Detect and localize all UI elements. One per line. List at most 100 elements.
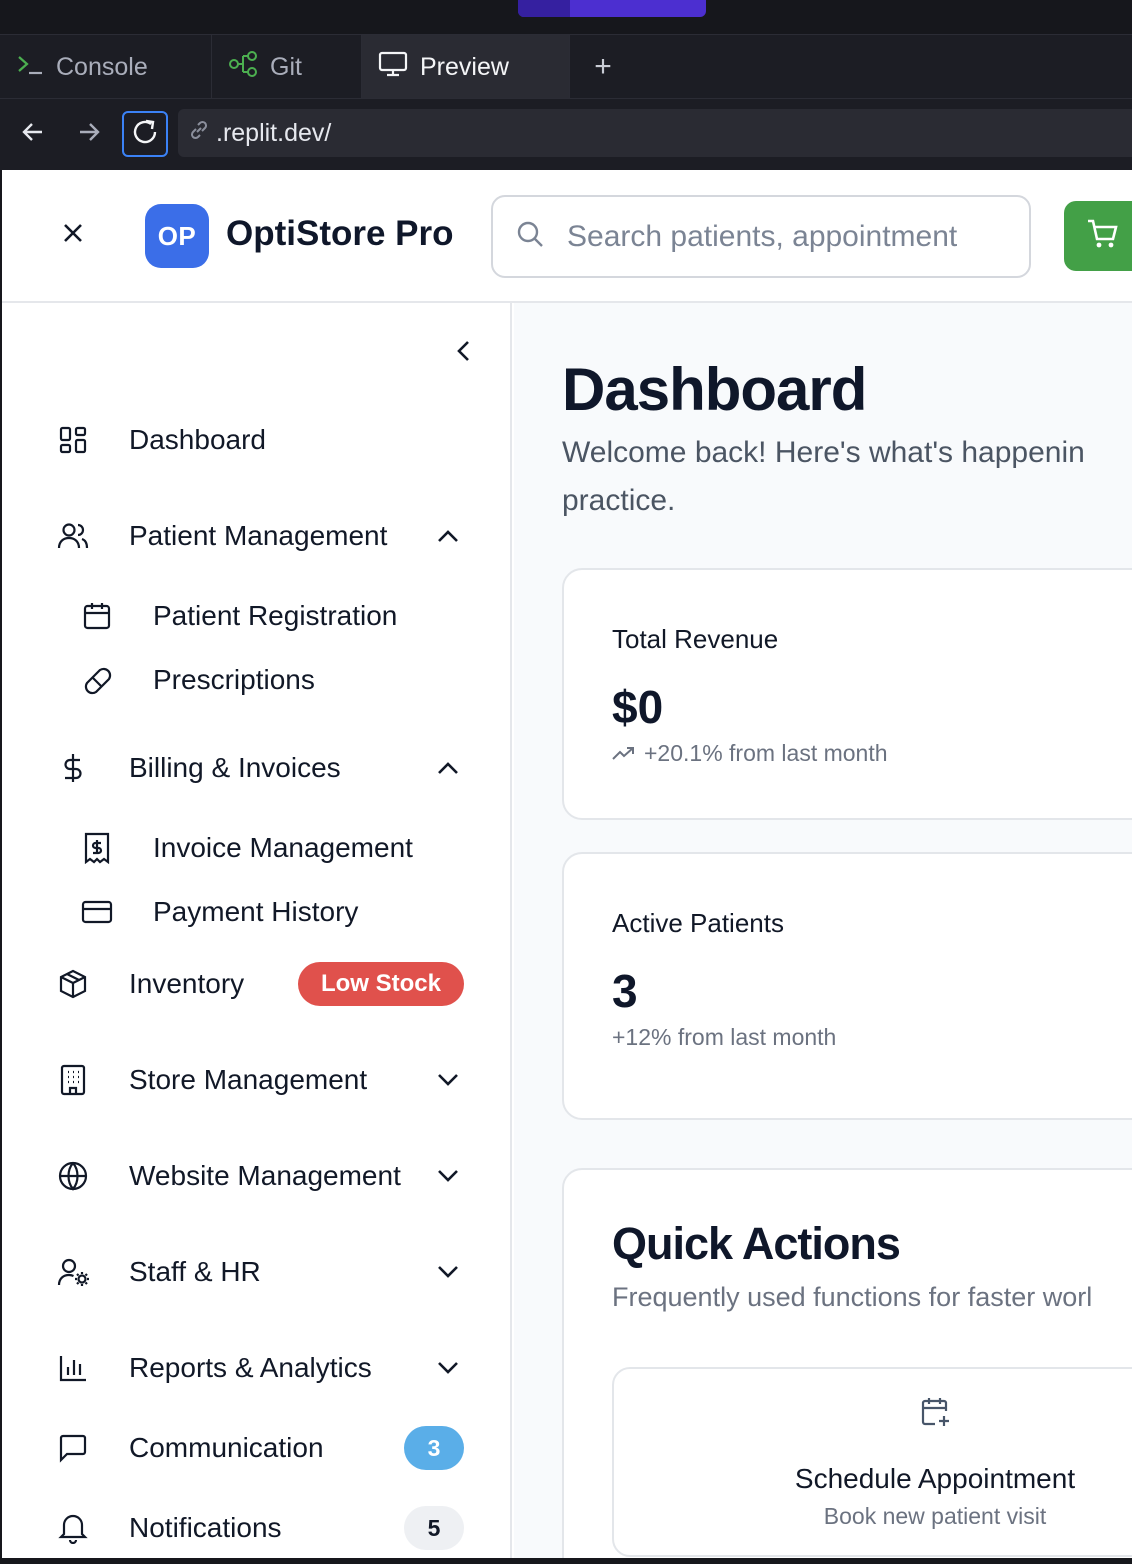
sidebar-item-label: Billing & Invoices xyxy=(129,752,341,783)
forward-button[interactable] xyxy=(66,111,112,157)
tab-console[interactable]: Console xyxy=(0,35,212,99)
sidebar-item-inventory[interactable]: Inventory Low Stock xyxy=(2,956,512,1012)
communication-count-badge: 3 xyxy=(404,1426,464,1470)
reload-button[interactable] xyxy=(122,111,168,157)
close-icon xyxy=(61,221,85,250)
notifications-count-badge: 5 xyxy=(404,1506,464,1550)
search-icon xyxy=(515,219,545,254)
add-tab-button[interactable]: + xyxy=(586,35,620,99)
sidebar-item-website-management[interactable]: Website Management xyxy=(2,1148,512,1204)
calendar-icon xyxy=(80,599,114,633)
page-subtitle-line: practice. xyxy=(562,484,676,517)
stat-trend: +20.1% from last month xyxy=(612,740,888,767)
sidebar-item-payment-history[interactable]: Payment History xyxy=(2,884,512,940)
chevron-up-icon xyxy=(434,522,462,550)
chevron-down-icon xyxy=(434,1162,462,1190)
chevron-down-icon xyxy=(434,1354,462,1382)
layout-grid-icon xyxy=(56,423,90,457)
bar-chart-icon xyxy=(56,1351,90,1385)
sidebar-item-label: Communication xyxy=(129,1432,324,1463)
sidebar-item-patient-management[interactable]: Patient Management xyxy=(2,508,512,564)
sidebar-item-billing-invoices[interactable]: Billing & Invoices xyxy=(2,740,512,796)
low-stock-badge: Low Stock xyxy=(298,962,464,1006)
stat-trend: +12% from last month xyxy=(612,1024,836,1051)
page-subtitle: Welcome back! Here's what's happenin pra… xyxy=(562,429,1132,525)
arrow-right-icon xyxy=(76,119,102,150)
app-preview: OP OptiStore Pro Search patients, appoin… xyxy=(2,170,1132,1558)
stat-label: Active Patients xyxy=(612,908,784,938)
url-field[interactable]: .replit.dev/ xyxy=(178,109,1132,157)
message-square-icon xyxy=(56,1431,90,1465)
sidebar-item-label: Prescriptions xyxy=(153,664,315,695)
credit-card-icon xyxy=(80,895,114,929)
ide-top-strip xyxy=(0,0,1132,34)
stat-trend-text: +12% from last month xyxy=(612,1024,837,1050)
quick-actions-subtitle: Frequently used functions for faster wor… xyxy=(612,1282,1093,1312)
ide-tabbar: Console Git Preview + xyxy=(0,34,1132,99)
quick-actions-card: Quick Actions Frequently used functions … xyxy=(562,1168,1132,1558)
globe-icon xyxy=(56,1159,90,1193)
sidebar-item-label: Store Management xyxy=(129,1064,368,1095)
chevron-down-icon xyxy=(434,1258,462,1286)
pill-icon xyxy=(80,663,114,697)
sidebar-item-label: Patient Management xyxy=(129,520,388,551)
link-icon xyxy=(188,119,210,148)
app-header: OP OptiStore Pro Search patients, appoin… xyxy=(2,170,1132,303)
logo: OP xyxy=(145,204,209,268)
close-sidebar-button[interactable] xyxy=(54,216,92,254)
search-placeholder: Search patients, appointment xyxy=(567,219,958,253)
trending-up-icon xyxy=(612,740,636,767)
sidebar-item-reports-analytics[interactable]: Reports & Analytics xyxy=(2,1340,512,1396)
git-branch-icon xyxy=(228,50,258,85)
user-cog-icon xyxy=(56,1255,90,1289)
collapse-sidebar-button[interactable] xyxy=(448,337,480,369)
sidebar-item-store-management[interactable]: Store Management xyxy=(2,1052,512,1108)
sidebar-item-prescriptions[interactable]: Prescriptions xyxy=(2,652,512,708)
tab-preview-label: Preview xyxy=(420,52,509,81)
stat-trend-text: +20.1% from last month xyxy=(644,740,888,766)
sidebar: Dashboard Patient Management Patient Reg… xyxy=(2,303,512,1558)
stat-card-total-revenue: Total Revenue $0 +20.1% from last month xyxy=(562,568,1132,820)
chevron-left-icon xyxy=(454,339,474,368)
sidebar-item-label: Patient Registration xyxy=(153,600,398,631)
sidebar-item-label: Invoice Management xyxy=(153,832,413,863)
search-input[interactable]: Search patients, appointment xyxy=(491,195,1031,278)
sidebar-item-communication[interactable]: Communication 3 xyxy=(2,1420,512,1476)
package-icon xyxy=(56,967,90,1001)
sidebar-item-label: Website Management xyxy=(129,1160,401,1191)
schedule-appointment-button[interactable]: Schedule Appointment Book new patient vi… xyxy=(612,1367,1132,1557)
run-button-menu[interactable] xyxy=(518,0,570,17)
url-text: .replit.dev/ xyxy=(216,118,332,147)
monitor-icon xyxy=(378,50,408,85)
sidebar-item-invoice-management[interactable]: Invoice Management xyxy=(2,820,512,876)
receipt-icon xyxy=(80,831,114,865)
tab-git-label: Git xyxy=(270,52,302,81)
tab-git[interactable]: Git xyxy=(212,35,362,99)
calendar-plus-icon xyxy=(918,1395,952,1429)
sidebar-item-patient-registration[interactable]: Patient Registration xyxy=(2,588,512,644)
chevron-up-icon xyxy=(434,754,462,782)
users-icon xyxy=(56,519,90,553)
sidebar-item-label: Dashboard xyxy=(129,424,266,455)
sidebar-item-dashboard[interactable]: Dashboard xyxy=(2,412,512,468)
dollar-icon xyxy=(56,751,90,785)
tab-preview[interactable]: Preview xyxy=(362,35,570,99)
main-content: Dashboard Welcome back! Here's what's ha… xyxy=(514,303,1132,1558)
sidebar-item-notifications[interactable]: Notifications 5 xyxy=(2,1500,512,1556)
terminal-icon xyxy=(16,52,44,83)
chevron-down-icon xyxy=(434,1066,462,1094)
page-title: Dashboard xyxy=(562,356,867,423)
stat-label: Total Revenue xyxy=(612,624,779,654)
bell-icon xyxy=(56,1511,90,1545)
quick-action-subtitle: Book new patient visit xyxy=(823,1503,1047,1529)
brand-name: OptiStore Pro xyxy=(226,214,454,253)
sidebar-item-label: Notifications xyxy=(129,1512,282,1543)
sidebar-item-label: Reports & Analytics xyxy=(129,1352,372,1383)
building-icon xyxy=(56,1063,90,1097)
cart-button[interactable] xyxy=(1064,201,1132,271)
sidebar-item-label: Inventory xyxy=(129,968,245,999)
stat-value: $0 xyxy=(612,681,664,733)
refresh-icon xyxy=(130,117,160,152)
sidebar-item-staff-hr[interactable]: Staff & HR xyxy=(2,1244,512,1300)
back-button[interactable] xyxy=(10,111,56,157)
